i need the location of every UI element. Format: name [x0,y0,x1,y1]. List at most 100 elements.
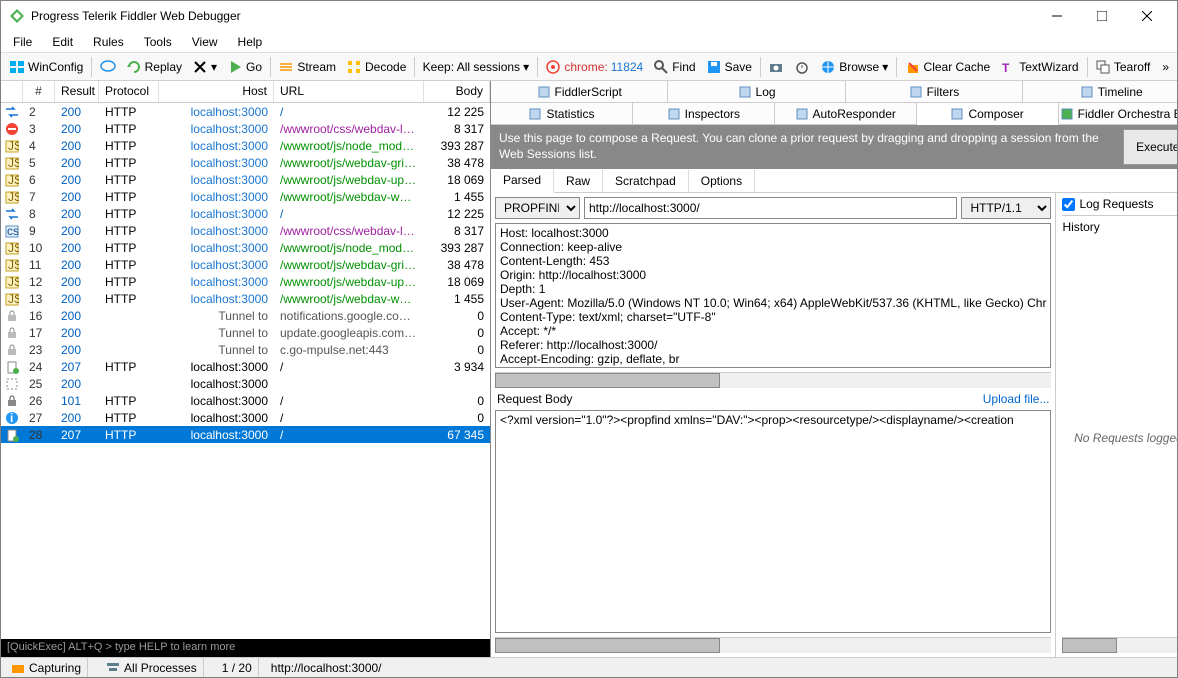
row-icon [1,309,23,323]
svg-text:i: i [10,411,13,425]
row-icon: JS [1,139,23,153]
menu-file[interactable]: File [5,33,40,51]
session-row[interactable]: JS7200HTTPlocalhost:3000/wwwroot/js/webd… [1,188,490,205]
session-row[interactable]: JS4200HTTPlocalhost:3000/wwwroot/js/node… [1,137,490,154]
svg-text:T: T [1002,61,1010,75]
sessions-panel: # Result Protocol Host URL Body 2200HTTP… [1,81,491,657]
row-icon: JS [1,190,23,204]
session-row[interactable]: 17200Tunnel toupdate.googleapis.com:4430 [1,324,490,341]
toolbar-chevron[interactable]: » [1158,58,1173,76]
svg-text:JS: JS [8,173,19,187]
row-icon: JS [1,258,23,272]
history-scrollbar[interactable] [1062,637,1177,653]
right-tabs-bottom: StatisticsInspectorsAutoResponderCompose… [491,103,1177,125]
subtab-raw[interactable]: Raw [554,170,603,192]
tab-autoresponder[interactable]: AutoResponder [775,103,917,124]
body-scrollbar[interactable] [495,637,1051,653]
subtab-scratchpad[interactable]: Scratchpad [603,170,689,192]
session-row[interactable]: 23200Tunnel toc.go-mpulse.net:4430 [1,341,490,358]
textwizard-icon: T [1000,59,1016,75]
session-row[interactable]: 2200HTTPlocalhost:3000/12 225 [1,103,490,120]
target-icon [545,59,561,75]
textwizard-button[interactable]: TTextWizard [996,57,1082,77]
winconfig-button[interactable]: WinConfig [5,57,87,77]
decode-button[interactable]: Decode [342,57,410,77]
browser-icon [820,59,836,75]
session-row[interactable]: i27200HTTPlocalhost:3000/0 [1,409,490,426]
save-button[interactable]: Save [702,57,756,77]
svg-text:JS: JS [8,139,19,153]
httpver-select[interactable]: HTTP/1.1 [961,197,1051,219]
minimize-button[interactable] [1034,2,1079,30]
url-input[interactable] [584,197,957,219]
find-button[interactable]: Find [649,57,699,77]
stream-button[interactable]: Stream [274,57,340,77]
menu-help[interactable]: Help [230,33,271,51]
tab-statistics[interactable]: Statistics [491,103,633,124]
clearcache-button[interactable]: Clear Cache [901,57,995,77]
tab-timeline[interactable]: Timeline [1023,81,1177,102]
session-row[interactable]: 3200HTTPlocalhost:3000/wwwroot/css/webda… [1,120,490,137]
log-requests-checkbox[interactable]: Log Requests [1062,197,1177,216]
session-row[interactable]: JS5200HTTPlocalhost:3000/wwwroot/js/webd… [1,154,490,171]
fo-icon [1060,107,1074,121]
grid-body[interactable]: 2200HTTPlocalhost:3000/12 2253200HTTPloc… [1,103,490,639]
log-requests-check[interactable] [1062,198,1075,211]
session-row[interactable]: css9200HTTPlocalhost:3000/wwwroot/css/we… [1,222,490,239]
menu-tools[interactable]: Tools [136,33,180,51]
menu-edit[interactable]: Edit [44,33,81,51]
execute-button[interactable]: Execute [1123,129,1177,165]
session-row[interactable]: 26101HTTPlocalhost:3000/0 [1,392,490,409]
title-bar: Progress Telerik Fiddler Web Debugger [1,1,1177,31]
row-icon: JS [1,156,23,170]
tab-composer[interactable]: Composer [917,103,1059,125]
tab-fiddler-orchestra-beta[interactable]: Fiddler Orchestra Beta [1059,103,1177,124]
tearoff-button[interactable]: Tearoff [1091,57,1154,77]
upload-file-link[interactable]: Upload file... [983,392,1050,406]
capturing-toggle[interactable]: Capturing [5,658,88,677]
row-icon [1,207,23,221]
timer-button[interactable] [790,57,814,77]
grid-header[interactable]: # Result Protocol Host URL Body [1,81,490,103]
stream-icon [278,59,294,75]
session-row[interactable]: JS12200HTTPlocalhost:3000/wwwroot/js/web… [1,273,490,290]
comment-button[interactable] [96,57,120,77]
clock-icon [794,59,810,75]
menu-rules[interactable]: Rules [85,33,132,51]
headers-scrollbar[interactable] [495,372,1051,388]
tab-log[interactable]: Log [668,81,845,102]
app-icon [9,8,25,24]
camera-button[interactable] [764,57,788,77]
session-row[interactable]: JS11200HTTPlocalhost:3000/wwwroot/js/web… [1,256,490,273]
right-tabs-top: FiddlerScriptLogFiltersTimeline [491,81,1177,103]
browse-button[interactable]: Browse ▾ [816,57,892,77]
replay-button[interactable]: Replay [122,57,186,77]
session-row[interactable]: 25200localhost:3000 [1,375,490,392]
filter-icon [106,661,120,675]
body-textarea[interactable]: <?xml version="1.0"?><propfind xmlns="DA… [495,410,1051,633]
session-row[interactable]: JS10200HTTPlocalhost:3000/wwwroot/js/nod… [1,239,490,256]
headers-textarea[interactable]: Host: localhost:3000Connection: keep-ali… [495,223,1051,368]
session-row[interactable]: 16200Tunnel tonotifications.google.com:.… [1,307,490,324]
remove-button[interactable]: ▾ [188,57,221,77]
session-row[interactable]: 8200HTTPlocalhost:3000/12 225 [1,205,490,222]
session-row[interactable]: 24207HTTPlocalhost:3000/3 934 [1,358,490,375]
subtab-parsed[interactable]: Parsed [491,169,554,193]
tab-filters[interactable]: Filters [846,81,1023,102]
close-button[interactable] [1124,2,1169,30]
method-select[interactable]: PROPFIND [495,197,580,219]
menu-view[interactable]: View [184,33,226,51]
go-button[interactable]: Go [223,57,266,77]
subtab-options[interactable]: Options [689,170,755,192]
keep-dropdown[interactable]: Keep: All sessions ▾ [419,58,533,76]
session-row[interactable]: JS6200HTTPlocalhost:3000/wwwroot/js/webd… [1,171,490,188]
quickexec-bar[interactable]: [QuickExec] ALT+Q > type HELP to learn m… [1,639,490,657]
find-icon [653,59,669,75]
maximize-button[interactable] [1079,2,1124,30]
process-filter[interactable]: All Processes [100,658,204,677]
session-row[interactable]: JS13200HTTPlocalhost:3000/wwwroot/js/web… [1,290,490,307]
session-row[interactable]: 28207HTTPlocalhost:3000/67 345 [1,426,490,443]
process-target[interactable]: chrome:11824 [541,57,647,77]
tab-inspectors[interactable]: Inspectors [633,103,775,124]
tab-fiddlerscript[interactable]: FiddlerScript [491,81,668,102]
